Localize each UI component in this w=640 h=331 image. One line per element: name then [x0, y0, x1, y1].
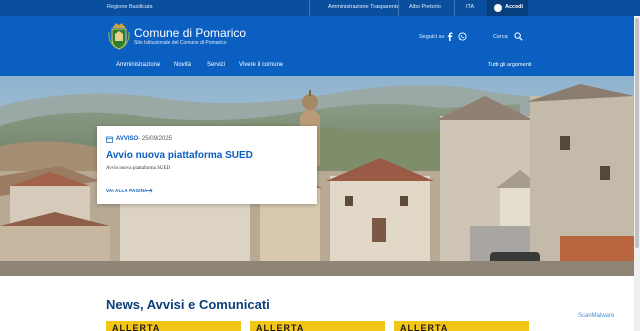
user-icon: [494, 4, 502, 12]
card-description: Avvio nuova piattaforma SUED: [106, 166, 171, 171]
hero-image: [0, 76, 634, 276]
login-label: Accedi: [505, 4, 524, 10]
town-landscape-image: [0, 76, 634, 276]
language-selector[interactable]: ITA: [466, 4, 474, 10]
region-link[interactable]: Regione Basilicata: [107, 4, 153, 10]
news-card[interactable]: AVVISO- 25/09/2025 Avvio nuova piattafor…: [97, 126, 317, 204]
thumbnail-text: ALLERTA: [400, 323, 449, 331]
nav-vivere-il-comune[interactable]: Vivere il comune: [239, 62, 283, 68]
arrow-right-icon[interactable]: [147, 188, 153, 193]
section-title: News, Avvisi e Comunicati: [106, 297, 270, 312]
follow-label: Seguici su: [419, 34, 445, 40]
card-date: - 25/09/2025: [138, 136, 172, 142]
card-category[interactable]: AVVISO: [116, 136, 138, 142]
calendar-icon: [106, 136, 113, 143]
search-label[interactable]: Cerca: [493, 34, 508, 40]
top-bar: Regione Basilicata Amministrazione Trasp…: [0, 0, 640, 16]
site-header: Comune di Pomarico Sito Istituzionale de…: [0, 16, 640, 76]
scrollbar-thumb[interactable]: [635, 18, 639, 248]
nav-novita[interactable]: Novità: [174, 62, 191, 68]
card-meta: AVVISO- 25/09/2025: [116, 136, 172, 142]
news-thumbnail[interactable]: ALLERTA: [106, 321, 241, 331]
facebook-icon[interactable]: [446, 32, 454, 41]
login-button[interactable]: Accedi: [487, 0, 528, 16]
site-title[interactable]: Comune di Pomarico: [134, 26, 246, 40]
thumbnail-text: ALLERTA: [112, 323, 161, 331]
search-icon[interactable]: [514, 32, 523, 41]
card-read-more-link[interactable]: VAI ALLA PAGINA: [106, 188, 148, 193]
nav-servizi[interactable]: Servizi: [207, 62, 225, 68]
crest-icon[interactable]: [108, 22, 130, 50]
albo-link[interactable]: Albo Pretorio: [409, 4, 441, 10]
divider: [454, 0, 455, 16]
divider: [398, 0, 399, 16]
nav-amministrazione[interactable]: Amministrazione: [116, 62, 160, 68]
news-thumbnail[interactable]: ALLERTA: [250, 321, 385, 331]
site-subtitle: Sito Istituzionale del Comune di Pomaric…: [134, 40, 227, 46]
card-title[interactable]: Avvio nuova piattaforma SUED: [106, 150, 253, 161]
transparency-link[interactable]: Amministrazione Trasparente: [328, 4, 400, 10]
scrollbar[interactable]: [634, 16, 640, 331]
thumbnail-text: ALLERTA: [256, 323, 305, 331]
whatsapp-icon[interactable]: [458, 32, 467, 41]
divider: [309, 0, 310, 16]
watermark: ScanMalware: [578, 313, 615, 319]
news-thumbnail[interactable]: ALLERTA: [394, 321, 529, 331]
nav-all-topics[interactable]: Tutti gli argomenti: [488, 62, 532, 68]
